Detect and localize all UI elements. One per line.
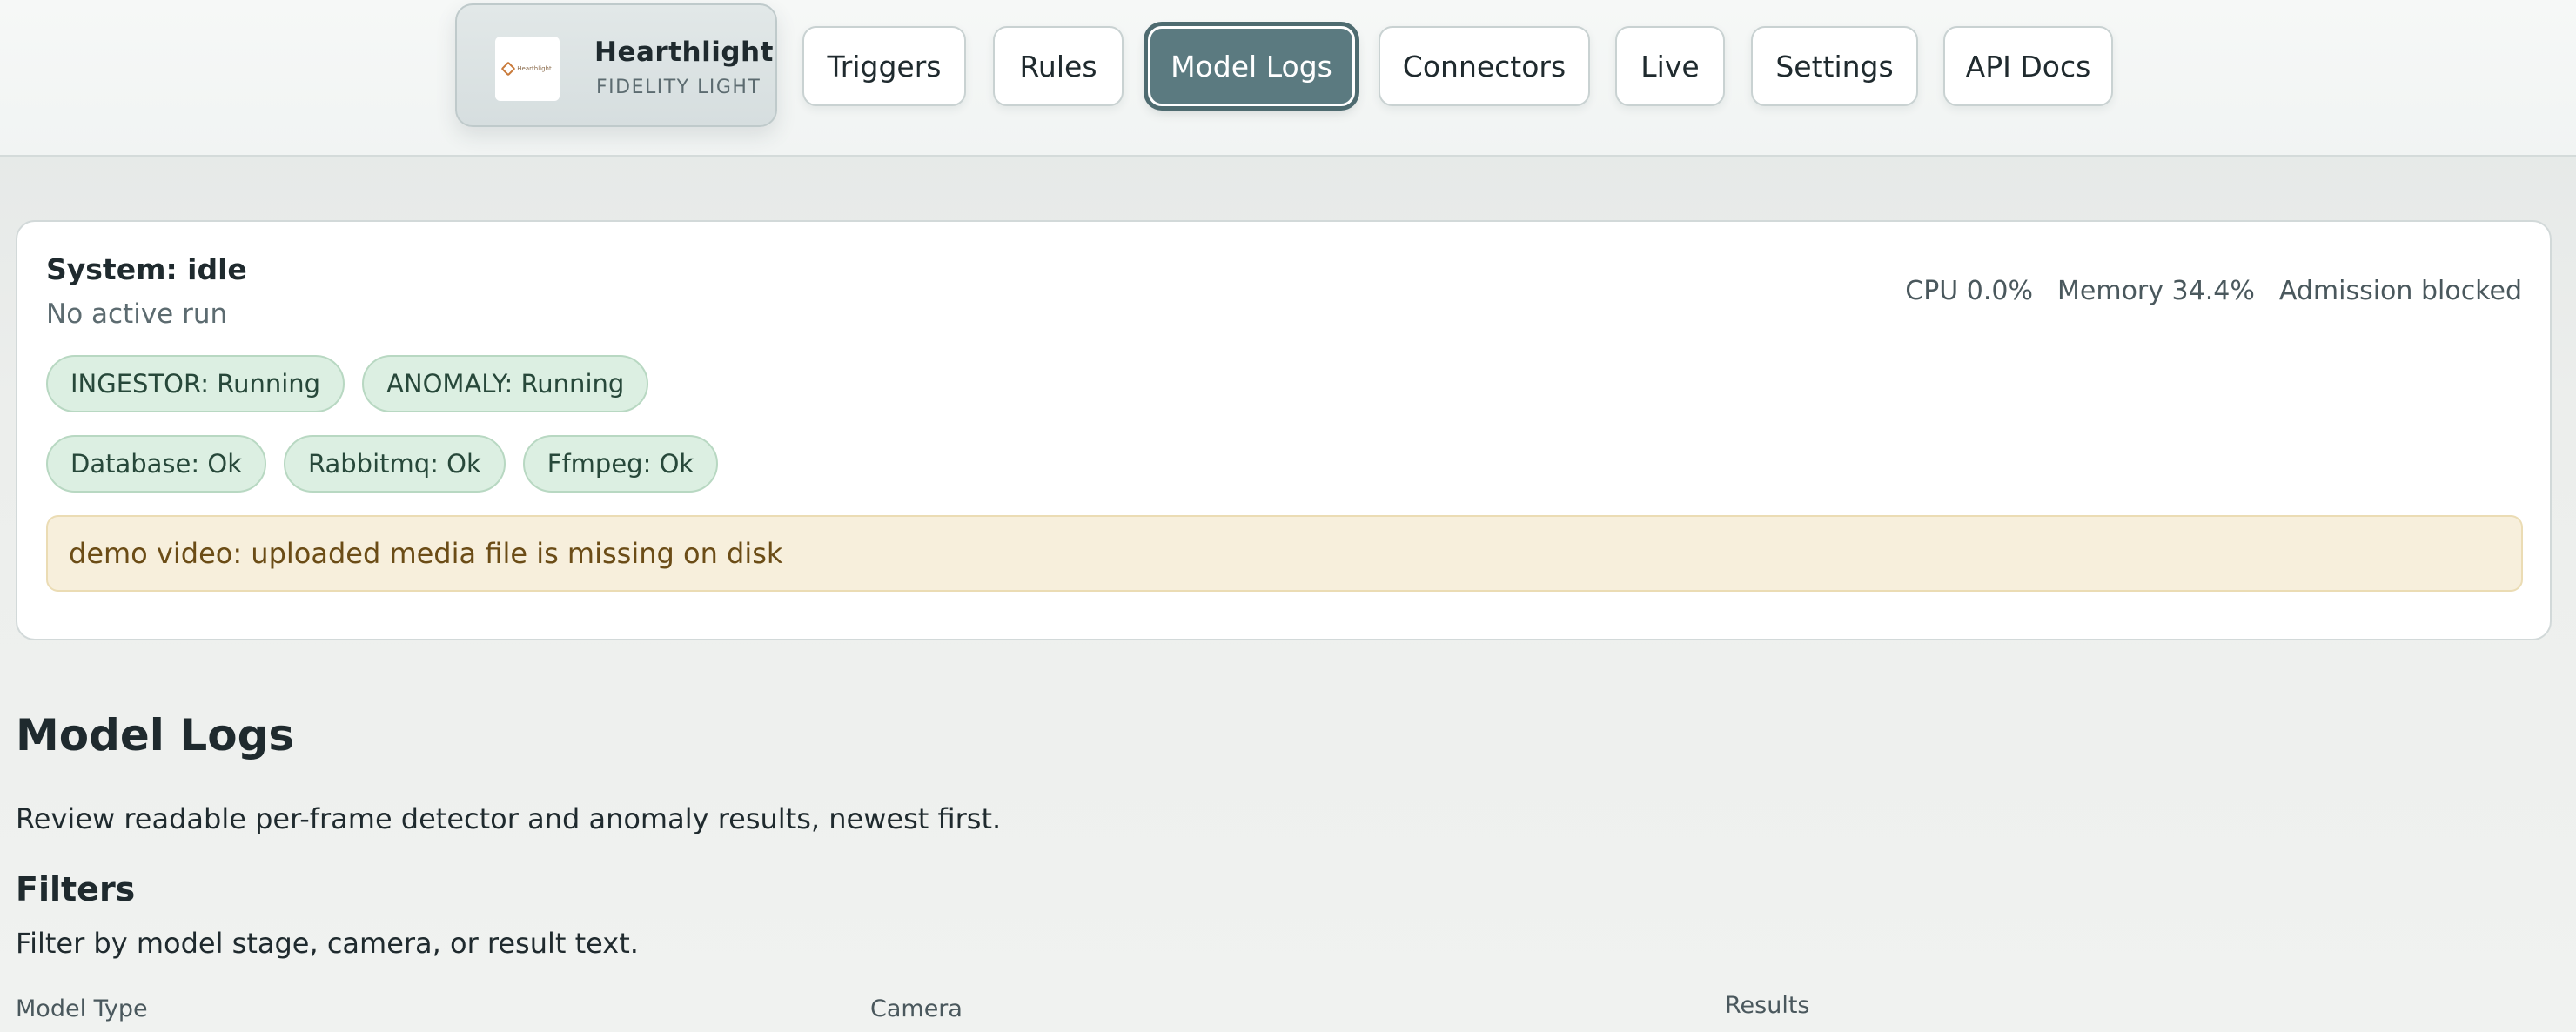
top-navigation-bar: Hearthlight Hearthlight FIDELITY LIGHT T…: [0, 0, 2576, 157]
filters-description: Filter by model stage, camera, or result…: [16, 927, 639, 960]
service-pill-ingestor: INGESTOR: Running: [46, 355, 345, 412]
camera-label: Camera: [870, 995, 963, 1022]
brand-badge[interactable]: Hearthlight Hearthlight FIDELITY LIGHT: [455, 3, 777, 127]
brand-logo: Hearthlight: [495, 37, 560, 101]
dependency-pill-ffmpeg: Ffmpeg: Ok: [522, 435, 719, 493]
logo-wordmark: Hearthlight: [517, 65, 552, 72]
system-status-card: System: idle No active run CPU 0.0% Memo…: [16, 220, 2552, 640]
system-metrics: CPU 0.0% Memory 34.4% Admission blocked: [1905, 276, 2522, 306]
service-pill-anomaly: ANOMALY: Running: [362, 355, 649, 412]
nav-connectors[interactable]: Connectors: [1379, 26, 1590, 106]
page-title: Model Logs: [16, 710, 295, 761]
filters-heading: Filters: [16, 870, 136, 908]
logo-mark-icon: [500, 61, 516, 77]
nav-model-logs[interactable]: Model Logs: [1148, 26, 1355, 106]
results-label: Results: [1725, 992, 1810, 1019]
nav-api-docs[interactable]: API Docs: [1943, 26, 2113, 106]
nav-settings[interactable]: Settings: [1751, 26, 1918, 106]
nav-rules[interactable]: Rules: [993, 26, 1124, 106]
dependency-pill-rabbitmq: Rabbitmq: Ok: [283, 435, 506, 493]
system-status-title: System: idle: [46, 252, 247, 286]
nav-live[interactable]: Live: [1615, 26, 1725, 106]
warning-alert: demo video: uploaded media file is missi…: [46, 515, 2523, 592]
admission-status: Admission blocked: [2278, 276, 2522, 306]
page-description: Review readable per-frame detector and a…: [16, 802, 1002, 835]
dependency-pill-database: Database: Ok: [46, 435, 266, 493]
memory-metric: Memory 34.4%: [2057, 276, 2255, 306]
brand-subtitle: FIDELITY LIGHT: [596, 77, 761, 98]
system-run-status: No active run: [46, 298, 228, 330]
model-type-label: Model Type: [16, 995, 148, 1022]
brand-title: Hearthlight: [594, 37, 774, 68]
nav-triggers[interactable]: Triggers: [802, 26, 966, 106]
cpu-metric: CPU 0.0%: [1905, 276, 2033, 306]
service-status-row: INGESTOR: Running ANOMALY: Running: [46, 355, 649, 412]
dependency-status-row: Database: Ok Rabbitmq: Ok Ffmpeg: Ok: [46, 435, 719, 493]
